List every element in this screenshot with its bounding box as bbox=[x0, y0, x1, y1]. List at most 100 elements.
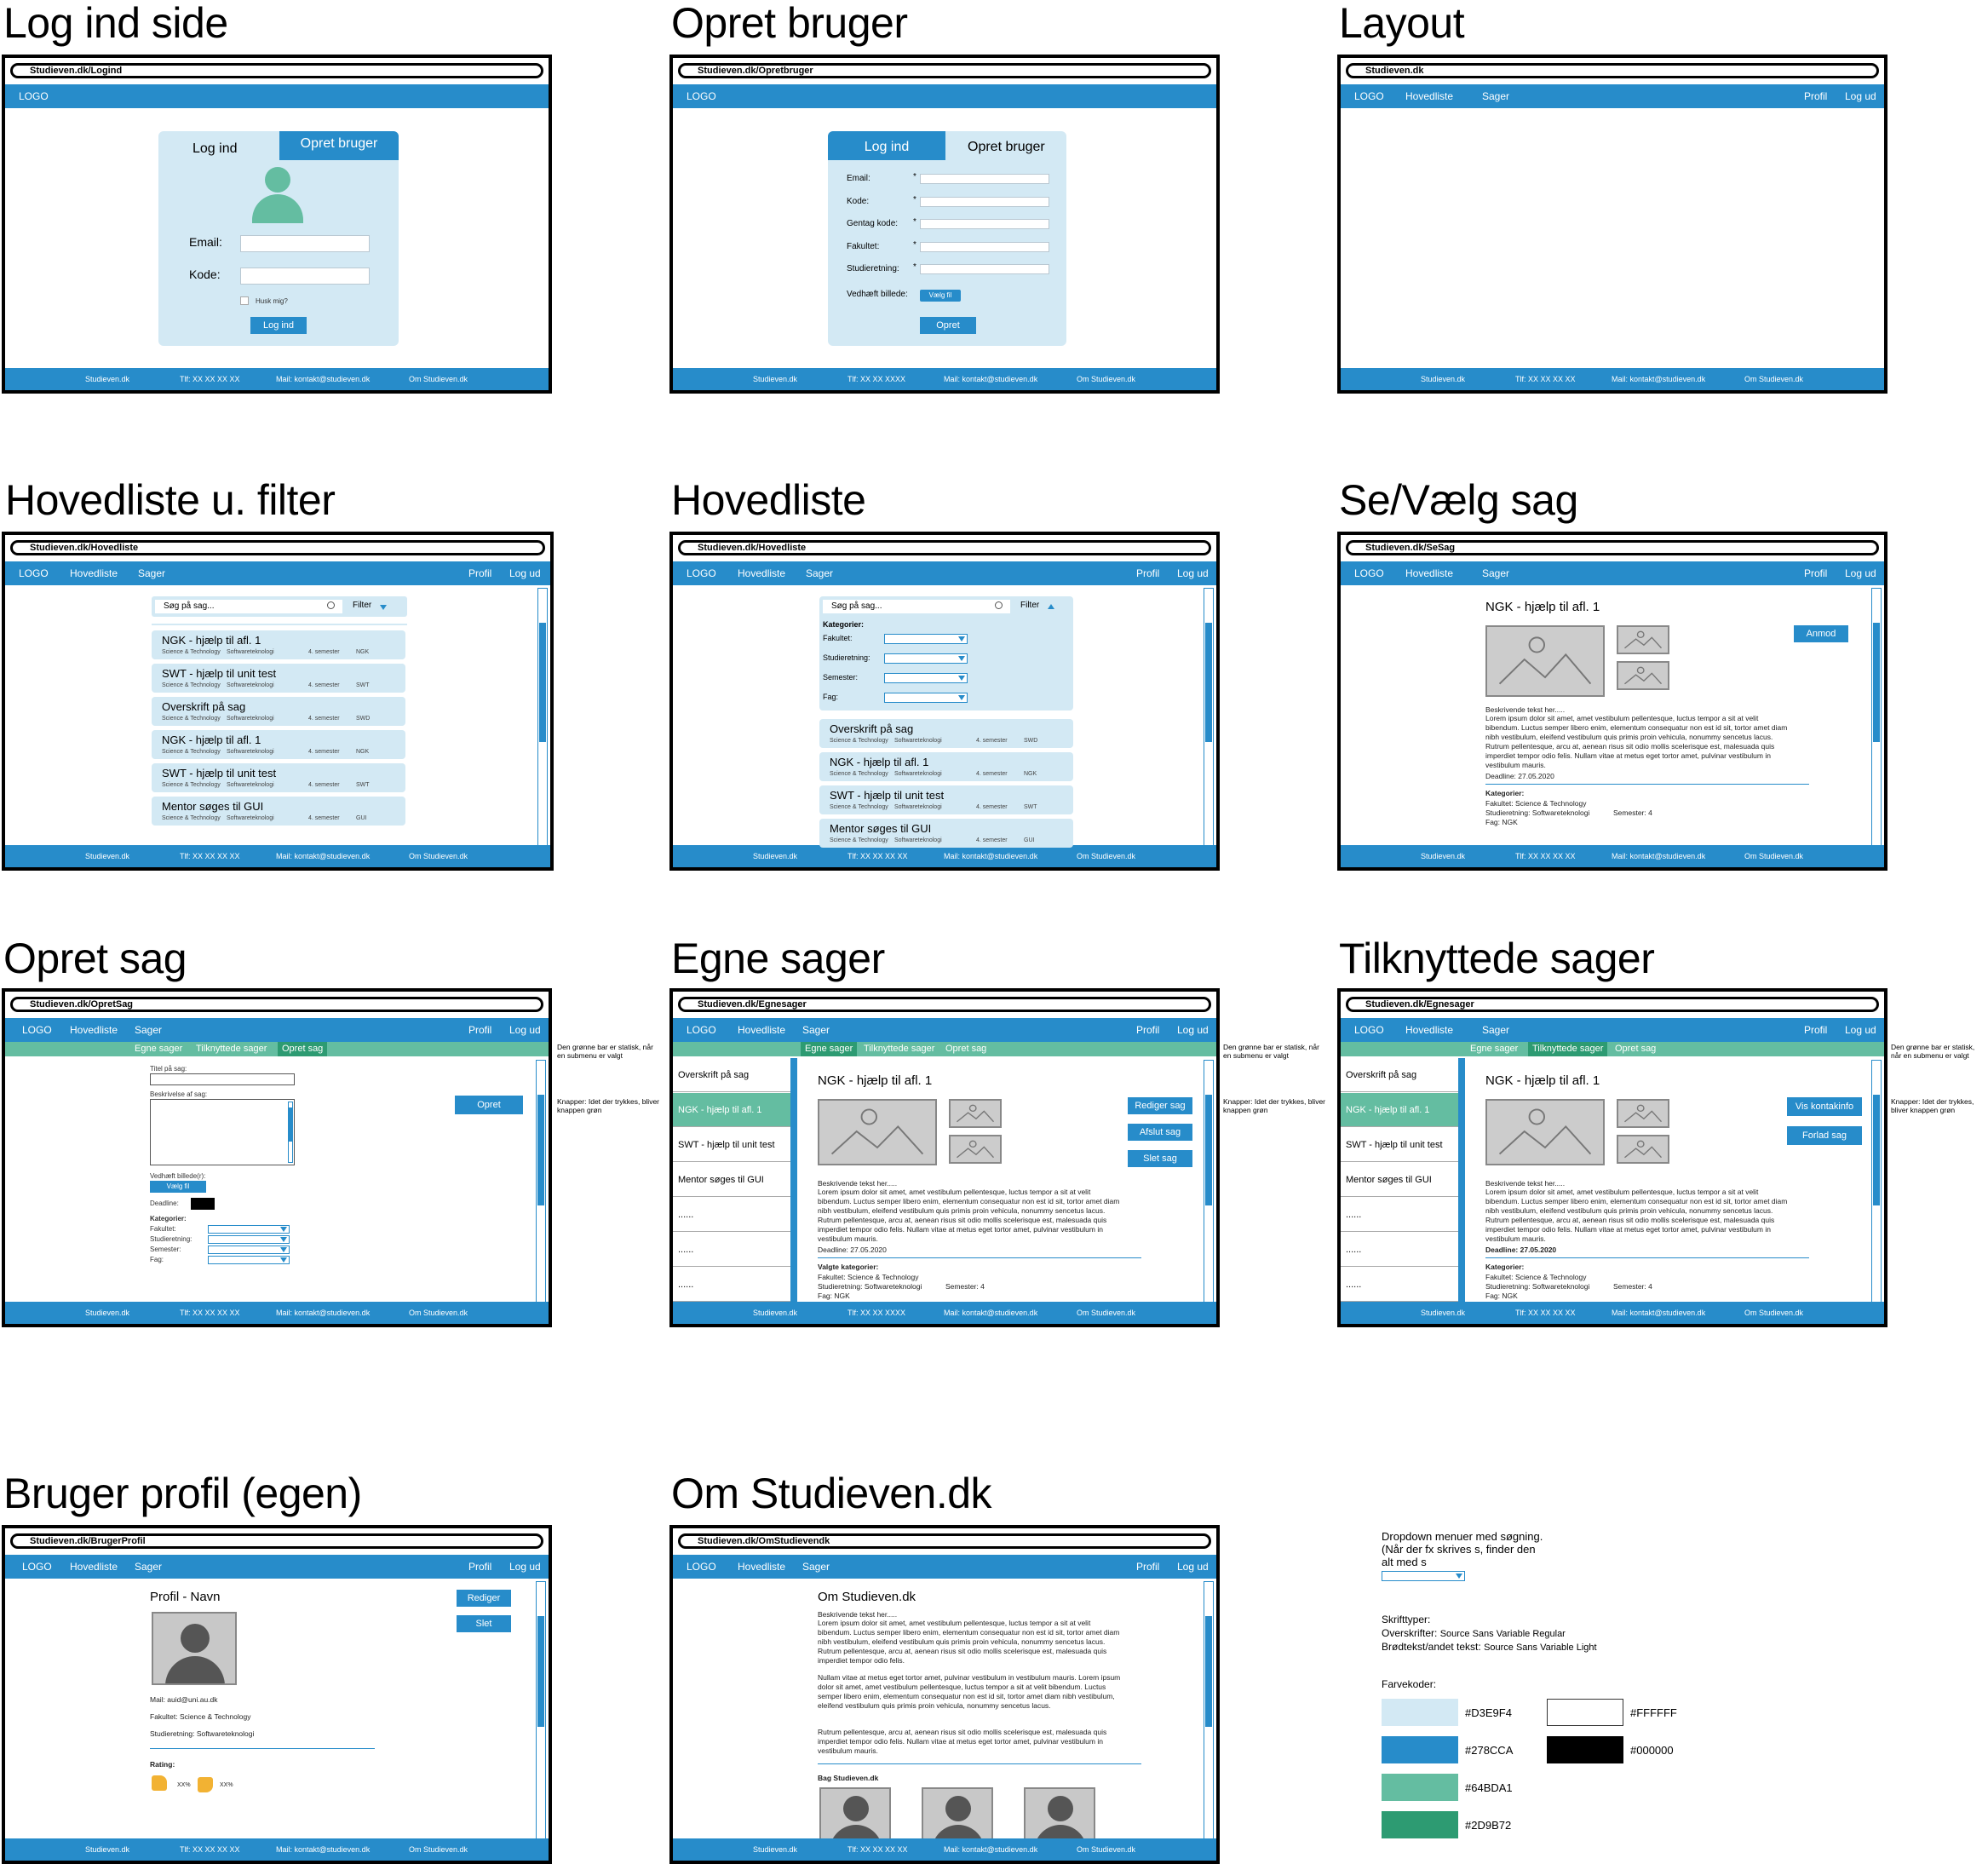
address-bar[interactable]: Studieven.dk/OpretSag bbox=[10, 997, 543, 1012]
input-field[interactable] bbox=[920, 174, 1049, 184]
input-field[interactable] bbox=[920, 264, 1049, 275]
footer-mail[interactable]: Mail: kontakt@studieven.dk bbox=[944, 1845, 1037, 1854]
submenu-egne[interactable]: Egne sager bbox=[1470, 1044, 1518, 1054]
side-list-item[interactable]: NGK - hjælp til afl. 1 bbox=[673, 1093, 795, 1127]
example-dropdown[interactable] bbox=[1382, 1571, 1465, 1581]
scrollbar[interactable] bbox=[536, 1060, 546, 1303]
footer-about[interactable]: Om Studieven.dk bbox=[1077, 1309, 1135, 1317]
nav-profil[interactable]: Profil bbox=[1804, 90, 1827, 102]
choose-file-button[interactable]: Vælg fil bbox=[150, 1181, 206, 1193]
side-list-item[interactable]: ...... bbox=[673, 1268, 795, 1302]
category-dropdown[interactable] bbox=[208, 1235, 290, 1244]
footer-mail[interactable]: Mail: kontakt@studieven.dk bbox=[1612, 375, 1705, 383]
filter-dropdown[interactable] bbox=[884, 693, 968, 703]
footer-site[interactable]: Studieven.dk bbox=[753, 375, 797, 383]
nav-hovedliste[interactable]: Hovedliste bbox=[738, 1024, 785, 1036]
category-dropdown[interactable] bbox=[208, 1246, 290, 1254]
tab-login[interactable]: Log ind bbox=[192, 141, 238, 157]
title-field[interactable] bbox=[150, 1073, 295, 1085]
footer-mail[interactable]: Mail: kontakt@studieven.dk bbox=[944, 375, 1037, 383]
side-list-item[interactable]: ...... bbox=[1341, 1268, 1462, 1302]
scroll-thumb[interactable] bbox=[1873, 1095, 1880, 1205]
input-field[interactable] bbox=[920, 241, 1049, 252]
nav-profil[interactable]: Profil bbox=[1804, 567, 1827, 579]
nav-sager[interactable]: Sager bbox=[806, 567, 833, 579]
remember-checkbox[interactable] bbox=[240, 296, 249, 305]
list-item[interactable]: NGK - hjælp til afl. 1 Science & Technolo… bbox=[819, 752, 1073, 781]
nav-profil[interactable]: Profil bbox=[1136, 567, 1159, 579]
footer-about[interactable]: Om Studieven.dk bbox=[409, 1845, 468, 1854]
footer-mail[interactable]: Mail: kontakt@studieven.dk bbox=[276, 852, 370, 860]
footer-about[interactable]: Om Studieven.dk bbox=[409, 375, 468, 383]
filter-toggle[interactable]: Filter bbox=[1020, 601, 1039, 610]
thumbs-up-icon[interactable] bbox=[152, 1775, 167, 1791]
nav-logo[interactable]: LOGO bbox=[22, 1561, 52, 1573]
nav-profil[interactable]: Profil bbox=[468, 567, 491, 579]
password-field[interactable] bbox=[240, 268, 370, 285]
footer-about[interactable]: Om Studieven.dk bbox=[1077, 375, 1135, 383]
side-list-item[interactable]: Overskrift på sag bbox=[1341, 1058, 1462, 1092]
footer-site[interactable]: Studieven.dk bbox=[753, 852, 797, 860]
nav-log-ud[interactable]: Log ud bbox=[1177, 567, 1209, 579]
footer-about[interactable]: Om Studieven.dk bbox=[409, 852, 468, 860]
category-dropdown[interactable] bbox=[208, 1256, 290, 1264]
nav-profil[interactable]: Profil bbox=[468, 1024, 491, 1036]
scroll-thumb[interactable] bbox=[1205, 623, 1212, 742]
scrollbar[interactable] bbox=[537, 588, 548, 847]
address-bar[interactable]: Studieven.dk/Egnesager bbox=[1346, 997, 1879, 1012]
thumbnail-image[interactable] bbox=[1617, 661, 1669, 690]
edit-profile-button[interactable]: Rediger bbox=[457, 1590, 511, 1607]
create-button[interactable]: Opret bbox=[920, 317, 976, 334]
nav-logo[interactable]: LOGO bbox=[687, 1561, 716, 1573]
footer-mail[interactable]: Mail: kontakt@studieven.dk bbox=[276, 1309, 370, 1317]
list-item[interactable]: NGK - hjælp til afl. 1 Science & Technolo… bbox=[152, 730, 405, 759]
side-list-item[interactable]: ...... bbox=[1341, 1198, 1462, 1232]
footer-mail[interactable]: Mail: kontakt@studieven.dk bbox=[1612, 1309, 1705, 1317]
nav-profil[interactable]: Profil bbox=[1804, 1024, 1827, 1036]
scroll-thumb[interactable] bbox=[539, 623, 546, 742]
submenu-opret[interactable]: Opret sag bbox=[945, 1044, 986, 1054]
footer-site[interactable]: Studieven.dk bbox=[1421, 852, 1465, 860]
nav-logo[interactable]: LOGO bbox=[687, 1024, 716, 1036]
footer-site[interactable]: Studieven.dk bbox=[753, 1309, 797, 1317]
address-bar[interactable]: Studieven.dk/BrugerProfil bbox=[10, 1533, 543, 1549]
footer-about[interactable]: Om Studieven.dk bbox=[1744, 852, 1803, 860]
nav-log-ud[interactable]: Log ud bbox=[1845, 1024, 1876, 1036]
nav-log-ud[interactable]: Log ud bbox=[1177, 1561, 1209, 1573]
filter-dropdown[interactable] bbox=[884, 653, 968, 664]
case-action-button[interactable]: Slet sag bbox=[1128, 1150, 1192, 1167]
search-input[interactable]: Søg på sag... bbox=[823, 600, 1010, 613]
submenu-opret[interactable]: Opret sag bbox=[278, 1042, 328, 1056]
footer-site[interactable]: Studieven.dk bbox=[1421, 1309, 1465, 1317]
side-scrollbar[interactable] bbox=[790, 1058, 797, 1303]
search-input[interactable]: Søg på sag... bbox=[155, 600, 342, 613]
nav-profil[interactable]: Profil bbox=[1136, 1024, 1159, 1036]
side-list-item[interactable]: ...... bbox=[673, 1198, 795, 1232]
nav-logo[interactable]: LOGO bbox=[1354, 1024, 1384, 1036]
choose-file-button[interactable]: Vælg fil bbox=[920, 290, 961, 302]
chevron-down-icon[interactable] bbox=[380, 605, 387, 610]
nav-logo[interactable]: LOGO bbox=[19, 90, 49, 102]
footer-about[interactable]: Om Studieven.dk bbox=[1077, 1845, 1135, 1854]
scroll-thumb[interactable] bbox=[1873, 623, 1880, 742]
nav-logo[interactable]: LOGO bbox=[22, 1024, 52, 1036]
nav-logo[interactable]: LOGO bbox=[1354, 90, 1384, 102]
nav-logo[interactable]: LOGO bbox=[19, 567, 49, 579]
nav-hovedliste[interactable]: Hovedliste bbox=[70, 567, 118, 579]
list-item[interactable]: Overskrift på sag Science & Technology Sof… bbox=[152, 697, 405, 726]
nav-log-ud[interactable]: Log ud bbox=[509, 567, 541, 579]
side-list-item[interactable]: SWT - hjælp til unit test bbox=[673, 1128, 795, 1162]
side-list-item[interactable]: SWT - hjælp til unit test bbox=[1341, 1128, 1462, 1162]
footer-about[interactable]: Om Studieven.dk bbox=[409, 1309, 468, 1317]
nav-hovedliste[interactable]: Hovedliste bbox=[1405, 90, 1453, 102]
side-list-item[interactable]: NGK - hjælp til afl. 1 bbox=[1341, 1093, 1462, 1127]
submenu-tilknyttede[interactable]: Tilknyttede sager bbox=[196, 1044, 267, 1054]
address-bar[interactable]: Studieven.dk/Egnesager bbox=[678, 997, 1211, 1012]
submenu-egne[interactable]: Egne sager bbox=[135, 1044, 182, 1054]
delete-profile-button[interactable]: Slet bbox=[457, 1615, 511, 1632]
case-action-button[interactable]: Vis kontakinfo bbox=[1787, 1097, 1862, 1116]
nav-sager[interactable]: Sager bbox=[138, 567, 165, 579]
nav-hovedliste[interactable]: Hovedliste bbox=[738, 1561, 785, 1573]
nav-profil[interactable]: Profil bbox=[1136, 1561, 1159, 1573]
address-bar[interactable]: Studieven.dk bbox=[1346, 63, 1879, 78]
